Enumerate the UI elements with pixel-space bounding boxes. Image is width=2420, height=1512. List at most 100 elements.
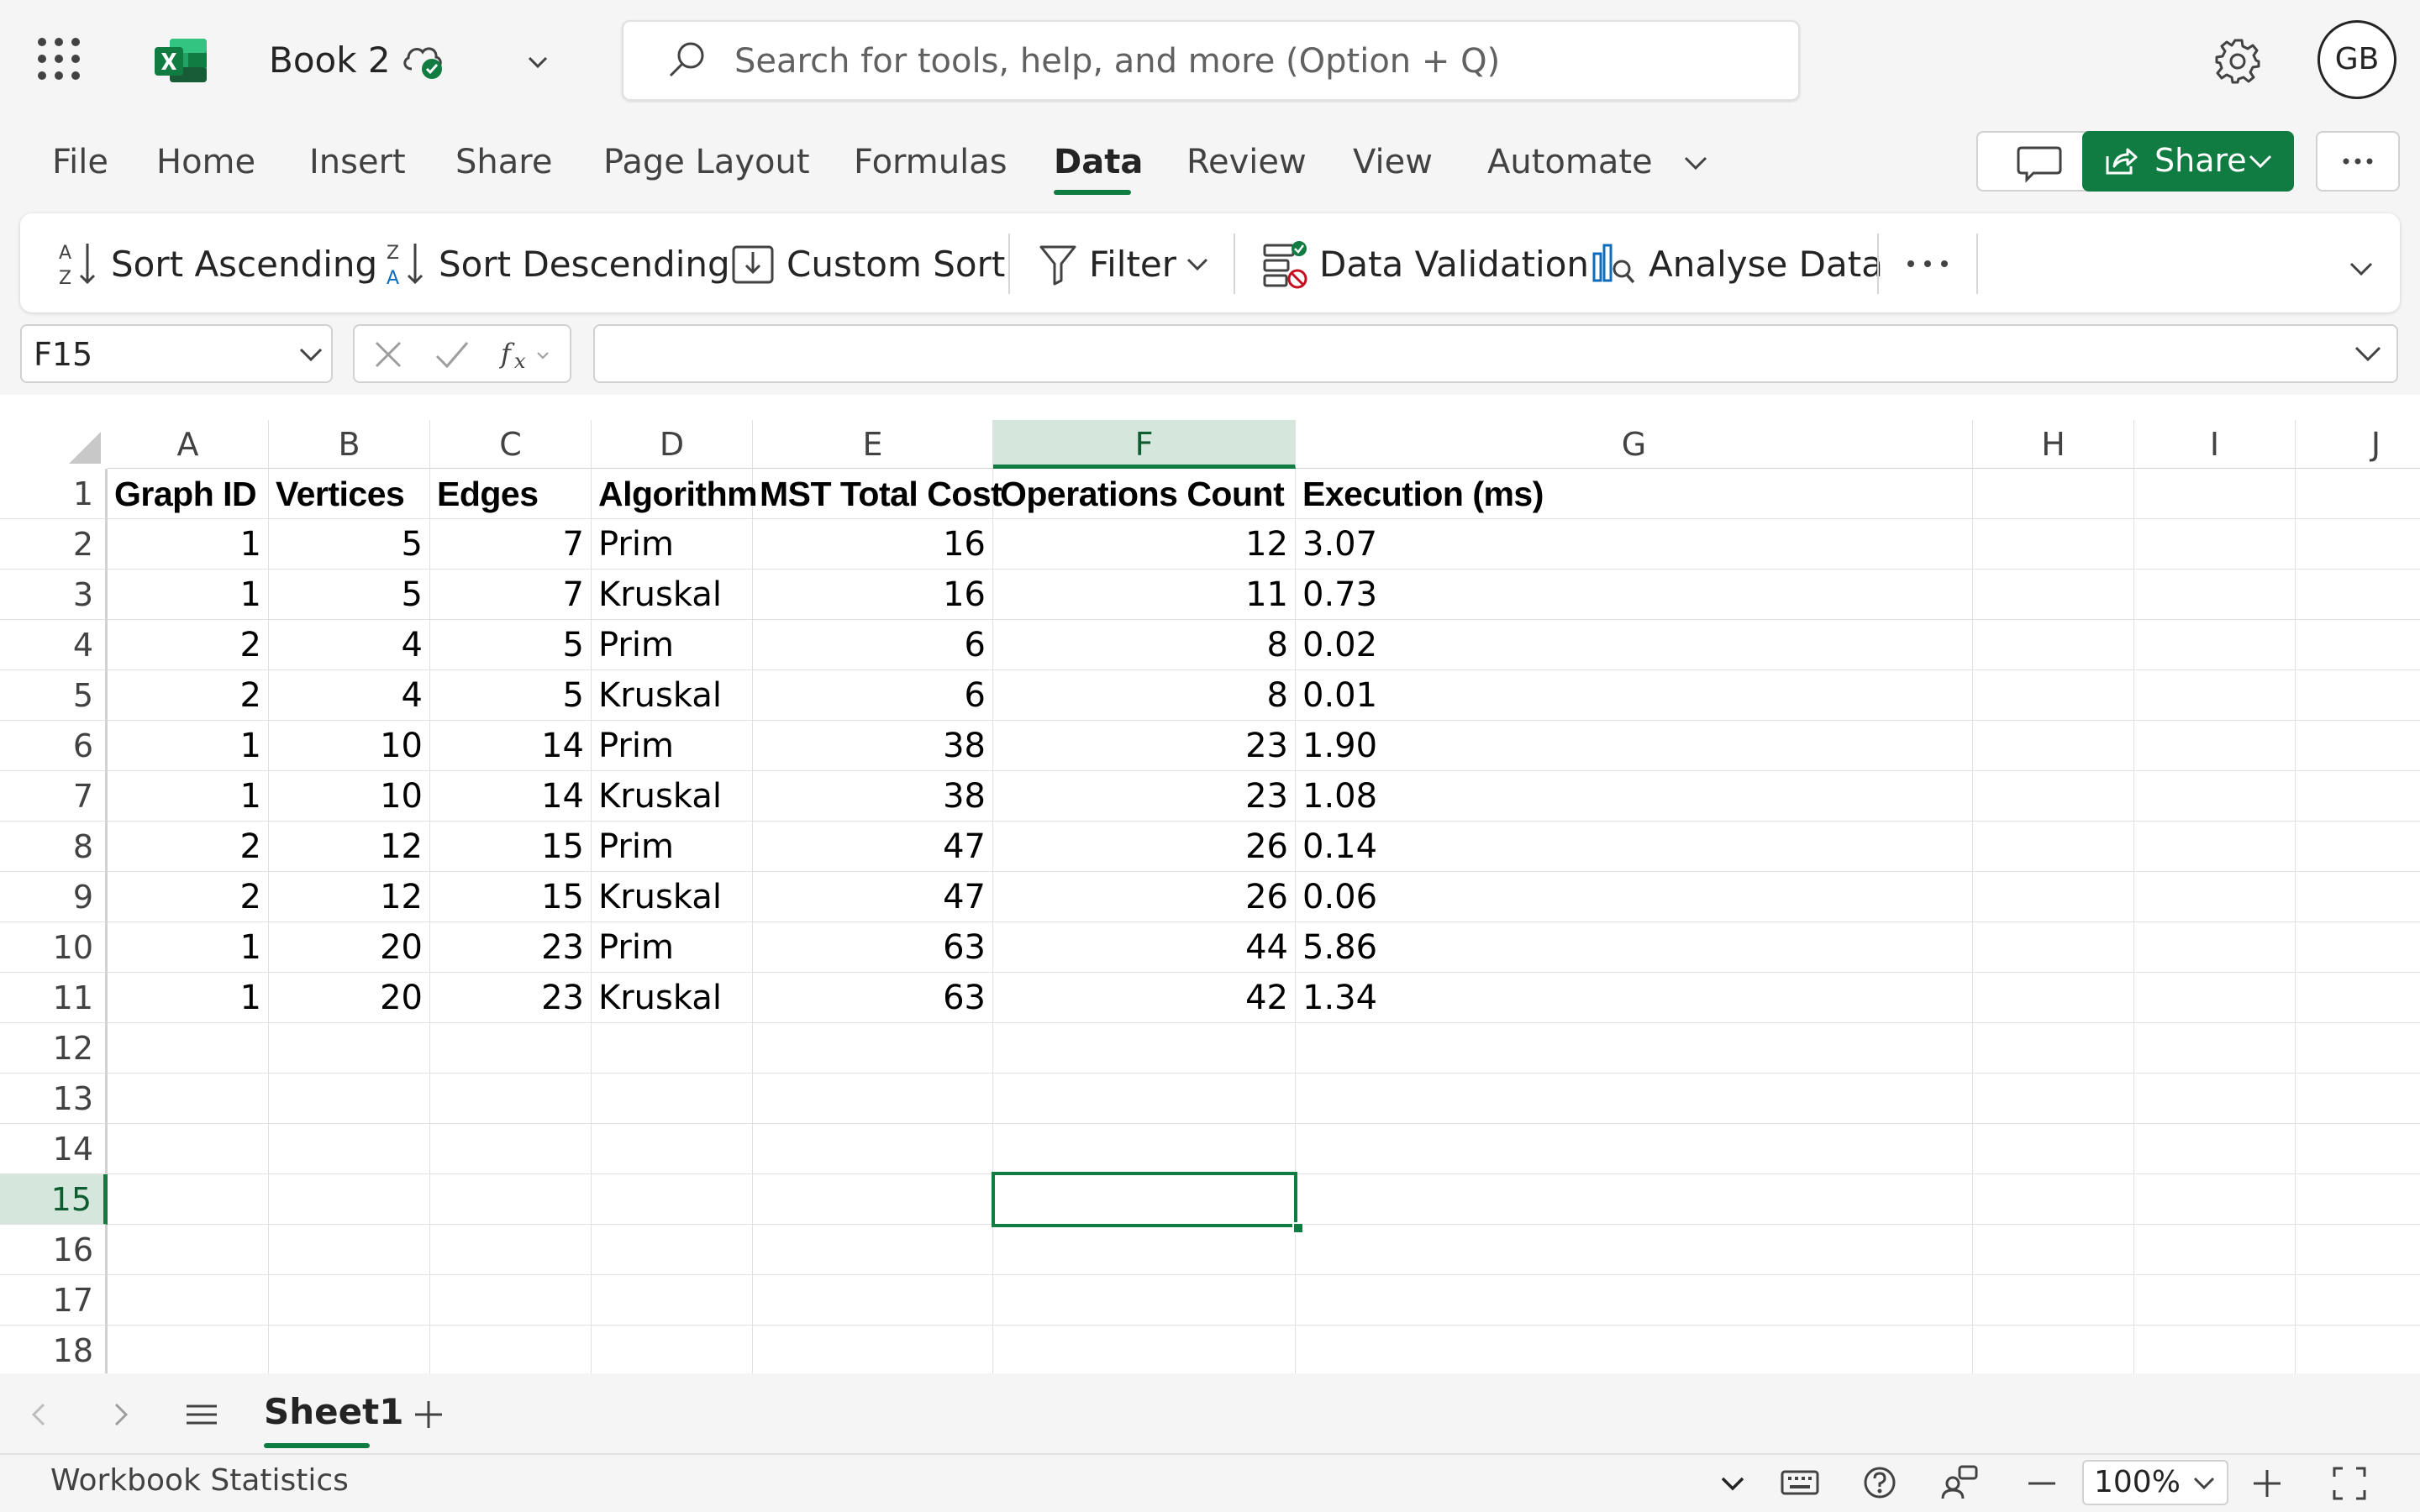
insert-function-fx-icon[interactable]: f x <box>499 334 566 375</box>
table-cell[interactable]: Kruskal <box>592 670 753 721</box>
prev-sheet-chevron-icon[interactable] <box>27 1399 52 1430</box>
row-header-16[interactable]: 16 <box>0 1225 108 1275</box>
empty-cell[interactable] <box>430 1225 592 1275</box>
table-cell[interactable]: 20 <box>269 922 430 973</box>
empty-cell[interactable] <box>2296 620 2420 670</box>
empty-cell[interactable] <box>592 1326 753 1373</box>
tab-automate[interactable]: Automate <box>1487 136 1653 188</box>
empty-cell[interactable] <box>592 1074 753 1124</box>
empty-cell[interactable] <box>1296 1023 1973 1074</box>
empty-cell[interactable] <box>2296 1023 2420 1074</box>
table-cell[interactable]: 38 <box>753 771 993 822</box>
table-cell[interactable]: 47 <box>753 872 993 922</box>
empty-cell[interactable] <box>2134 1023 2296 1074</box>
empty-cell[interactable] <box>2134 570 2296 620</box>
analyse-data-button[interactable]: Analyse Data <box>1591 235 1883 292</box>
empty-cell[interactable] <box>2296 1074 2420 1124</box>
add-sheet-plus-icon[interactable] <box>412 1398 445 1431</box>
empty-cell[interactable] <box>430 1275 592 1326</box>
empty-cell[interactable] <box>2134 872 2296 922</box>
table-cell[interactable]: Prim <box>592 922 753 973</box>
empty-cell[interactable] <box>753 1124 993 1174</box>
row-header-10[interactable]: 10 <box>0 922 108 973</box>
table-cell[interactable]: 38 <box>753 721 993 771</box>
empty-cell[interactable] <box>592 1225 753 1275</box>
table-cell[interactable]: 2 <box>108 670 269 721</box>
table-cell[interactable]: 42 <box>993 973 1296 1023</box>
empty-cell[interactable] <box>2134 1326 2296 1373</box>
spreadsheet-grid[interactable]: A B C D E F G H I J 1 Graph ID Vertices Edges Algorith… <box>0 395 2420 1373</box>
row-header-7[interactable]: 7 <box>0 771 108 822</box>
table-cell[interactable]: 20 <box>269 973 430 1023</box>
data-validation-button[interactable]: Data Validation <box>1262 235 1589 292</box>
user-avatar[interactable]: GB <box>2317 20 2396 99</box>
row-header-11[interactable]: 11 <box>0 973 108 1023</box>
table-cell[interactable]: 1.90 <box>1296 721 1973 771</box>
row-header-5[interactable]: 5 <box>0 670 108 721</box>
empty-cell[interactable] <box>1973 872 2134 922</box>
empty-cell[interactable] <box>993 1023 1296 1074</box>
empty-cell[interactable] <box>2296 721 2420 771</box>
table-cell[interactable]: 23 <box>993 771 1296 822</box>
workbook-statistics[interactable]: Workbook Statistics <box>50 1463 349 1498</box>
empty-cell[interactable] <box>1973 973 2134 1023</box>
confirm-check-icon[interactable] <box>434 338 471 371</box>
share-button[interactable]: Share <box>2082 131 2294 192</box>
table-cell[interactable]: 47 <box>753 822 993 872</box>
status-chevron-down-icon[interactable] <box>1718 1468 1748 1499</box>
table-cell[interactable]: 1.08 <box>1296 771 1973 822</box>
empty-cell[interactable] <box>2134 922 2296 973</box>
empty-cell[interactable] <box>1973 1275 2134 1326</box>
selected-cell-outline[interactable] <box>992 1172 1297 1227</box>
header-cell[interactable]: Vertices <box>269 469 430 519</box>
empty-cell[interactable] <box>753 1074 993 1124</box>
column-header-d[interactable]: D <box>592 420 753 469</box>
empty-cell[interactable] <box>2296 771 2420 822</box>
help-icon[interactable] <box>1862 1465 1897 1500</box>
empty-cell[interactable] <box>1296 1174 1973 1225</box>
empty-cell[interactable] <box>1973 570 2134 620</box>
empty-cell[interactable] <box>1296 1225 1973 1275</box>
table-cell[interactable]: 11 <box>993 570 1296 620</box>
empty-cell[interactable] <box>2296 822 2420 872</box>
tab-data[interactable]: Data <box>1054 136 1143 188</box>
row-header-4[interactable]: 4 <box>0 620 108 670</box>
empty-cell[interactable] <box>993 1225 1296 1275</box>
row-header-9[interactable]: 9 <box>0 872 108 922</box>
empty-cell[interactable] <box>1973 922 2134 973</box>
table-cell[interactable]: 4 <box>269 670 430 721</box>
tab-share[interactable]: Share <box>455 136 552 188</box>
empty-cell[interactable] <box>430 1174 592 1225</box>
table-cell[interactable]: 2 <box>108 872 269 922</box>
empty-cell[interactable] <box>430 1124 592 1174</box>
empty-cell[interactable] <box>592 1124 753 1174</box>
empty-cell[interactable] <box>2296 973 2420 1023</box>
row-header-2[interactable]: 2 <box>0 519 108 570</box>
empty-cell[interactable] <box>2134 1124 2296 1174</box>
table-cell[interactable]: 10 <box>269 721 430 771</box>
empty-cell[interactable] <box>1973 1074 2134 1124</box>
table-cell[interactable]: Kruskal <box>592 570 753 620</box>
table-cell[interactable]: 0.01 <box>1296 670 1973 721</box>
table-cell[interactable]: 12 <box>269 822 430 872</box>
table-cell[interactable]: 4 <box>269 620 430 670</box>
empty-cell[interactable] <box>753 1275 993 1326</box>
header-cell[interactable]: Graph ID <box>108 469 269 519</box>
more-options-button[interactable] <box>2316 131 2400 192</box>
empty-cell[interactable] <box>108 1225 269 1275</box>
table-cell[interactable]: 8 <box>993 620 1296 670</box>
table-cell[interactable]: 0.14 <box>1296 822 1973 872</box>
empty-cell[interactable] <box>269 1275 430 1326</box>
table-cell[interactable]: 10 <box>269 771 430 822</box>
table-cell[interactable]: 0.02 <box>1296 620 1973 670</box>
row-header-14[interactable]: 14 <box>0 1124 108 1174</box>
keyboard-icon[interactable] <box>1780 1465 1820 1499</box>
empty-cell[interactable] <box>430 1074 592 1124</box>
table-cell[interactable]: 5 <box>269 570 430 620</box>
table-cell[interactable]: Prim <box>592 519 753 570</box>
table-cell[interactable]: 23 <box>430 973 592 1023</box>
empty-cell[interactable] <box>2134 973 2296 1023</box>
empty-cell[interactable] <box>2134 1275 2296 1326</box>
empty-cell[interactable] <box>2296 1225 2420 1275</box>
tab-view[interactable]: View <box>1353 136 1433 188</box>
